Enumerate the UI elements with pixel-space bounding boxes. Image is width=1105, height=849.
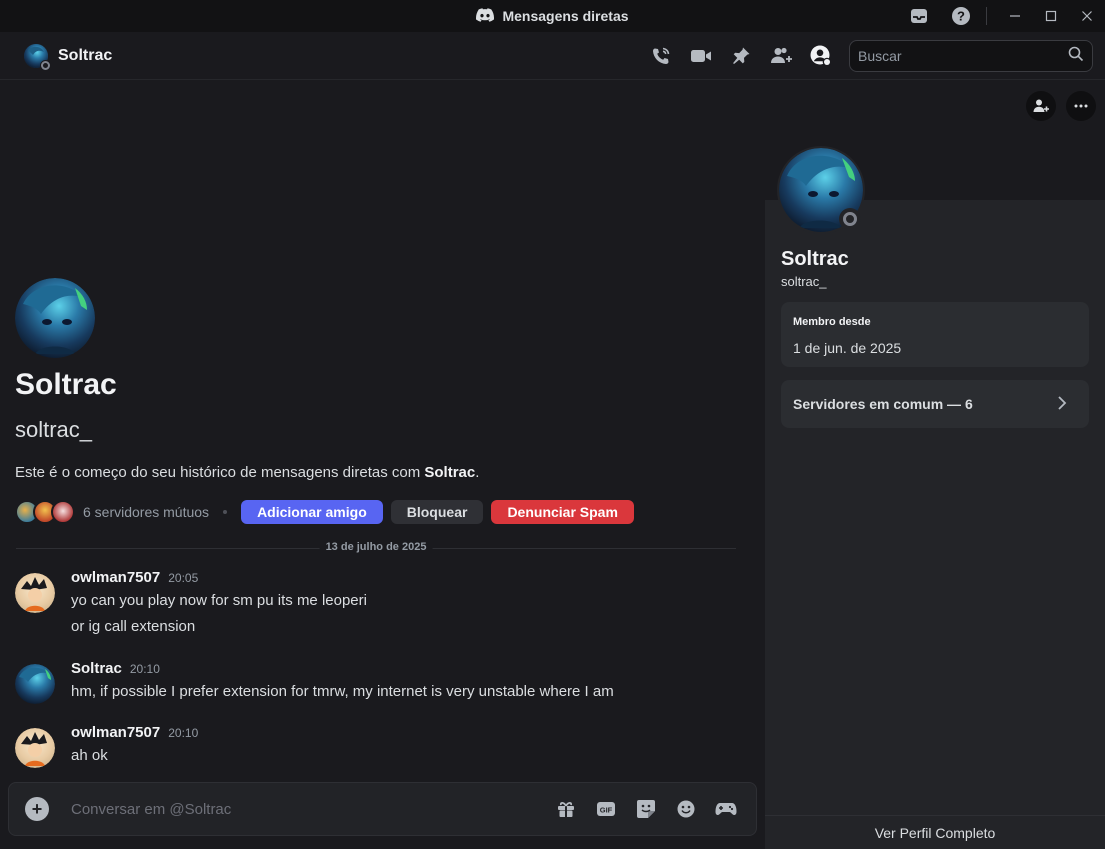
video-call-icon[interactable] [681,32,721,80]
message-timestamp: 20:05 [168,571,199,585]
message-author[interactable]: owlman7507 [71,569,160,586]
message-group: Soltrac 20:10 hm, if possible I prefer e… [15,660,745,704]
intro-text-prefix: Este é o começo do seu histórico de mens… [15,464,425,481]
date-divider-label: 13 de julho de 2025 [319,541,433,553]
user-profile-icon[interactable] [801,32,841,80]
view-full-profile-link[interactable]: Ver Perfil Completo [765,815,1105,849]
window-title-text: Mensagens diretas [502,8,629,24]
phone-call-icon[interactable] [641,32,681,80]
window-title: Mensagens diretas [476,7,629,25]
message-text: or ig call extension [71,618,196,635]
intro-actions: 6 servidores mútuos Adicionar amigo Bloq… [15,499,642,525]
more-options-icon[interactable] [1066,91,1096,121]
chat-area: Soltrac soltrac_ Este é o começo do seu … [0,81,765,849]
message-author[interactable]: owlman7507 [71,724,160,741]
block-button[interactable]: Bloquear [390,500,484,524]
mutual-servers-label: Servidores em comum — 6 [793,396,973,412]
message-avatar[interactable] [15,728,55,768]
discord-logo-icon [476,7,495,25]
close-icon[interactable] [1069,0,1105,32]
profile-name: Soltrac [781,248,849,270]
gif-icon[interactable]: GIF [586,789,626,829]
minimize-icon[interactable] [997,0,1033,32]
title-bar-divider [986,7,987,25]
mutual-servers-card[interactable]: Servidores em comum — 6 [781,380,1089,428]
message-text: yo can you play now for sm pu its me leo… [71,592,367,609]
attach-plus-icon[interactable]: + [25,797,49,821]
maximize-icon[interactable] [1033,0,1069,32]
profile-handle: soltrac_ [781,274,827,289]
message-timestamp: 20:10 [168,726,199,740]
dm-header-user[interactable]: Soltrac [24,43,113,71]
add-friend-button[interactable]: Adicionar amigo [241,500,383,524]
sticker-icon[interactable] [626,789,666,829]
mutual-servers-link[interactable]: 6 servidores mútuos [83,504,209,520]
intro-text-name: Soltrac [424,464,476,481]
profile-panel: Soltrac soltrac_ Membro desde 1 de jun. … [765,81,1105,849]
title-bar: Mensagens diretas ? [0,0,1105,32]
message-author[interactable]: Soltrac [71,660,122,677]
member-since-value: 1 de jun. de 2025 [793,340,902,356]
game-controller-icon[interactable] [706,789,746,829]
mutual-server-avatar [51,500,75,524]
message-timestamp: 20:10 [129,662,160,676]
message-group: owlman7507 20:10 ah ok [15,724,745,768]
member-since-label: Membro desde [793,316,871,328]
pin-icon[interactable] [721,32,761,80]
search-input[interactable] [858,48,1068,64]
search-bar[interactable] [849,40,1093,72]
inbox-icon[interactable] [902,0,936,32]
member-since-card: Membro desde 1 de jun. de 2025 [781,302,1089,367]
svg-text:GIF: GIF [600,806,613,815]
avatar [24,43,51,71]
message-text: ah ok [71,747,108,764]
intro-handle: soltrac_ [15,417,93,442]
dm-header: Soltrac [0,32,1105,80]
intro-text-suffix: . [475,464,480,481]
date-divider: 13 de julho de 2025 [16,541,736,553]
help-icon[interactable]: ? [944,0,978,32]
add-friend-icon[interactable] [1026,91,1056,121]
message-composer: + GIF [8,782,757,836]
dm-header-name: Soltrac [58,46,113,64]
intro-name: Soltrac [15,368,117,401]
report-spam-button[interactable]: Denunciar Spam [491,500,634,524]
chevron-right-icon [1053,394,1071,417]
gift-icon[interactable] [546,789,586,829]
message-avatar[interactable] [15,573,55,613]
intro-avatar [15,278,95,358]
search-icon[interactable] [1068,46,1084,67]
offline-status-icon [40,59,51,71]
separator-dot [223,510,228,514]
mutual-server-icons[interactable] [15,500,75,524]
intro-description: Este é o começo do seu histórico de mens… [15,464,479,481]
message-input[interactable] [71,800,546,818]
emoji-icon[interactable] [666,789,706,829]
offline-status-icon [839,208,861,230]
message-text: hm, if possible I prefer extension for t… [71,683,614,700]
svg-text:?: ? [957,9,965,24]
add-friends-to-dm-icon[interactable] [761,32,801,80]
message-avatar[interactable] [15,664,55,704]
message-group: owlman7507 20:05 yo can you play now for… [15,569,745,635]
profile-avatar[interactable] [777,146,865,234]
